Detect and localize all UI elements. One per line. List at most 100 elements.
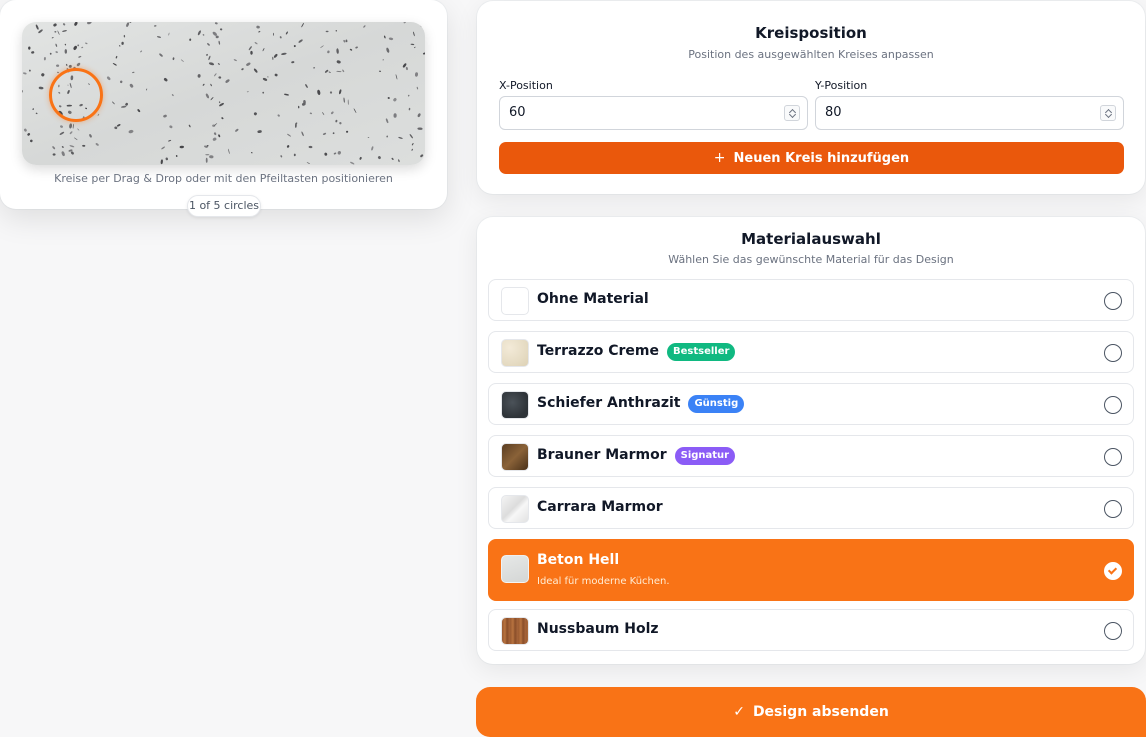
speckle xyxy=(279,36,282,39)
material-option-carrara-marmor[interactable]: Carrara Marmor xyxy=(488,487,1134,529)
x-position-value: 60 xyxy=(509,105,526,120)
speckle xyxy=(129,83,134,88)
speckle xyxy=(218,40,221,45)
speckle xyxy=(350,161,355,165)
speckle xyxy=(233,59,237,62)
speckle xyxy=(115,55,118,59)
speckle xyxy=(74,137,78,141)
material-name: Ohne Material xyxy=(537,291,649,307)
speckle xyxy=(56,64,60,67)
radio-icon[interactable] xyxy=(1104,396,1122,414)
speckle xyxy=(85,42,88,45)
speckle xyxy=(347,99,349,105)
speckle xyxy=(345,39,348,43)
speckle xyxy=(208,55,211,61)
speckle xyxy=(121,41,124,45)
speckle xyxy=(301,22,304,28)
material-option-ohne-material[interactable]: Ohne Material xyxy=(488,279,1134,321)
speckle xyxy=(41,73,45,77)
speckle xyxy=(286,145,290,148)
radio-icon[interactable] xyxy=(1104,292,1122,310)
material-name: Schiefer Anthrazit Günstig xyxy=(537,395,745,413)
material-option-beton-hell[interactable]: Beton Hell Ideal für moderne Küchen. xyxy=(488,539,1134,601)
material-option-terrazzo-creme[interactable]: Terrazzo Creme Bestseller xyxy=(488,331,1134,373)
speckle xyxy=(228,148,230,155)
speckle xyxy=(30,139,33,143)
speckle xyxy=(59,131,65,135)
speckle xyxy=(256,25,260,29)
material-swatch xyxy=(501,339,529,367)
speckle xyxy=(305,84,308,88)
speckle xyxy=(298,39,303,43)
submit-design-button[interactable]: ✓ Design absenden xyxy=(476,687,1146,737)
radio-icon[interactable] xyxy=(1104,500,1122,518)
speckle xyxy=(114,126,118,130)
speckle xyxy=(339,89,342,95)
speckle xyxy=(342,69,345,73)
speckle xyxy=(410,43,415,46)
x-position-input[interactable]: 60 xyxy=(499,96,808,130)
speckle xyxy=(386,135,389,138)
speckle xyxy=(336,48,339,54)
speckle xyxy=(125,102,128,106)
speckle xyxy=(417,127,423,130)
speckle xyxy=(118,45,121,47)
speckle xyxy=(189,38,192,41)
speckle xyxy=(246,62,251,66)
speckle xyxy=(205,157,208,163)
speckle xyxy=(308,145,313,149)
speckle xyxy=(336,60,341,64)
speckle xyxy=(207,43,210,46)
speckle xyxy=(73,45,77,51)
speckle xyxy=(403,22,406,24)
material-name: Brauner Marmor Signatur xyxy=(537,447,736,465)
speckle xyxy=(262,47,265,52)
speckle xyxy=(339,122,342,125)
speckle xyxy=(293,45,296,48)
speckle xyxy=(215,35,219,39)
speckle xyxy=(363,25,366,28)
speckle xyxy=(126,22,130,27)
speckle xyxy=(156,36,162,38)
speckle xyxy=(258,30,261,33)
speckle xyxy=(386,47,390,53)
speckle xyxy=(205,154,210,156)
speckle xyxy=(267,76,269,78)
speckle xyxy=(62,23,66,26)
bestseller-badge: Bestseller xyxy=(667,343,736,361)
speckle xyxy=(346,130,349,133)
x-spinner-icon[interactable] xyxy=(784,105,800,121)
speckle xyxy=(87,22,92,25)
speckle xyxy=(257,130,262,134)
speckle xyxy=(205,93,209,99)
speckle xyxy=(180,59,184,62)
speckle xyxy=(422,52,425,55)
speckle xyxy=(210,83,212,87)
speckle xyxy=(272,32,275,36)
material-option-schiefer-anthrazit[interactable]: Schiefer Anthrazit Günstig xyxy=(488,383,1134,425)
speckle xyxy=(385,118,389,124)
radio-icon[interactable] xyxy=(1104,448,1122,466)
panel-subtitle: Position des ausgewählten Kreises anpass… xyxy=(688,48,934,61)
material-option-brauner-marmor[interactable]: Brauner Marmor Signatur xyxy=(488,435,1134,477)
speckle xyxy=(22,72,27,75)
radio-icon[interactable] xyxy=(1104,622,1122,640)
speckle xyxy=(179,145,184,149)
speckle xyxy=(343,39,346,43)
radio-checked-icon[interactable] xyxy=(1104,562,1122,580)
speckle xyxy=(69,123,73,129)
speckle xyxy=(297,105,300,109)
panel-subtitle: Wählen Sie das gewünschte Material für d… xyxy=(668,253,954,266)
speckle xyxy=(337,151,341,155)
y-spinner-icon[interactable] xyxy=(1100,105,1116,121)
y-position-input[interactable]: 80 xyxy=(815,96,1124,130)
add-circle-button[interactable]: + Neuen Kreis hinzufügen xyxy=(499,142,1124,174)
material-preview-canvas[interactable] xyxy=(22,22,425,165)
circle-handle[interactable] xyxy=(49,68,103,122)
speckle xyxy=(159,53,163,57)
radio-icon[interactable] xyxy=(1104,344,1122,362)
material-option-nussbaum-holz[interactable]: Nussbaum Holz xyxy=(488,609,1134,651)
speckle xyxy=(161,146,165,150)
material-swatch xyxy=(501,495,529,523)
speckle xyxy=(329,91,333,94)
